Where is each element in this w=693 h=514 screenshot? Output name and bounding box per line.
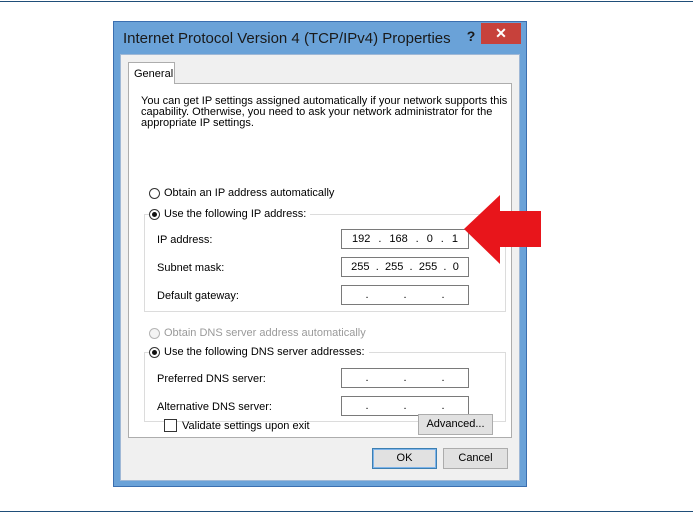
octet-2: 168 (389, 233, 408, 245)
cancel-button[interactable]: Cancel (443, 448, 508, 469)
advanced-button[interactable]: Advanced... (418, 414, 493, 435)
ip-address-input[interactable]: 192. 168. 0. 1 (341, 229, 469, 249)
dot: . (375, 261, 379, 273)
obtain-dns-auto-radio[interactable]: Obtain DNS server address automatically (149, 326, 370, 340)
description-text: You can get IP settings assigned automat… (141, 95, 508, 129)
default-gateway-input[interactable]: ... (341, 285, 469, 305)
octet-1: 192 (351, 233, 371, 245)
octet-3: 0 (426, 233, 433, 245)
octet-4: 1 (451, 233, 458, 245)
obtain-ip-auto-label: Obtain an IP address automatically (164, 187, 335, 199)
radio-button[interactable] (149, 187, 160, 199)
tab-general[interactable]: General (128, 62, 175, 84)
dot: . (443, 261, 447, 273)
dot: . (440, 233, 444, 245)
use-following-dns-radio[interactable]: Use the following DNS server addresses: (149, 345, 369, 359)
alternative-dns-label: Alternative DNS server: (157, 401, 272, 413)
close-button[interactable]: ✕ (481, 23, 521, 44)
validate-settings-label: Validate settings upon exit (182, 419, 310, 432)
title-bar[interactable]: Internet Protocol Version 4 (TCP/IPv4) P… (114, 22, 526, 54)
dot: . (365, 400, 369, 412)
use-following-dns-label: Use the following DNS server addresses: (164, 346, 365, 358)
obtain-ip-auto-radio[interactable]: Obtain an IP address automatically (149, 186, 339, 200)
help-button[interactable]: ? (461, 26, 481, 46)
dot: . (441, 289, 445, 301)
dialog-client-area: General You can get IP settings assigned… (120, 54, 520, 481)
octet-1: 255 (351, 261, 370, 273)
dialog-title: Internet Protocol Version 4 (TCP/IPv4) P… (123, 30, 451, 47)
octet-4: 0 (452, 261, 459, 273)
alternative-dns-input[interactable]: ... (341, 396, 469, 416)
use-following-ip-label: Use the following IP address: (164, 208, 307, 220)
general-tab-panel: You can get IP settings assigned automat… (128, 83, 512, 438)
top-divider (0, 1, 693, 2)
ok-button[interactable]: OK (372, 448, 437, 469)
subnet-mask-input[interactable]: 255. 255. 255. 0 (341, 257, 469, 277)
subnet-mask-label: Subnet mask: (157, 262, 225, 274)
validate-settings-checkbox-row[interactable]: Validate settings upon exit (164, 419, 310, 432)
dot: . (441, 372, 445, 384)
preferred-dns-input[interactable]: ... (341, 368, 469, 388)
radio-button-selected[interactable] (149, 346, 160, 358)
radio-button-selected[interactable] (149, 208, 160, 220)
preferred-dns-label: Preferred DNS server: (157, 373, 266, 385)
bottom-divider (0, 511, 693, 512)
dot: . (409, 261, 413, 273)
dot: . (403, 372, 407, 384)
dot: . (378, 233, 382, 245)
dot: . (441, 400, 445, 412)
ip-address-label: IP address: (157, 234, 213, 246)
validate-settings-checkbox[interactable] (164, 419, 177, 432)
obtain-dns-auto-label: Obtain DNS server address automatically (164, 327, 366, 339)
dot: . (403, 400, 407, 412)
dot: . (415, 233, 419, 245)
radio-button-disabled[interactable] (149, 327, 160, 339)
use-following-ip-radio[interactable]: Use the following IP address: (149, 207, 311, 221)
dot: . (403, 289, 407, 301)
octet-2: 255 (384, 261, 404, 273)
red-arrow-icon (464, 195, 541, 264)
dot: . (365, 372, 369, 384)
dot: . (365, 289, 369, 301)
octet-3: 255 (418, 261, 438, 273)
default-gateway-label: Default gateway: (157, 290, 239, 302)
